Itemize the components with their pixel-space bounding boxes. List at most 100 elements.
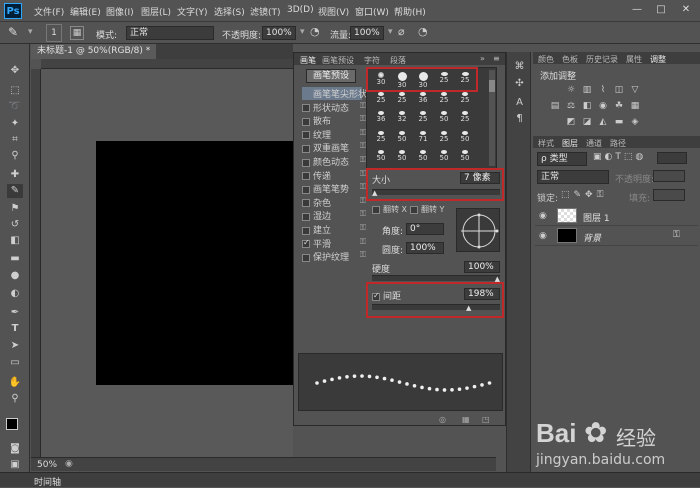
brush-option-5[interactable]: 颜色动态 ⚿ [302, 155, 366, 168]
brush-tip[interactable]: 50 [413, 150, 433, 166]
menu-select[interactable]: 选择(S) [214, 5, 245, 18]
blend-mode-select[interactable]: 正常 [537, 170, 609, 184]
menu-view[interactable]: 视图(V) [318, 5, 349, 18]
brush-tip[interactable]: 25 [371, 130, 391, 147]
brightness-icon[interactable]: ☼ [565, 84, 577, 96]
info-icon[interactable]: ◉ [65, 459, 73, 469]
size-input[interactable]: 7 像素 [460, 172, 500, 184]
paragraph-icon[interactable]: ¶ [513, 112, 526, 125]
pressure-opacity-icon[interactable]: ◔ [310, 25, 320, 38]
brush-option-1[interactable]: 形状动态 ⚿ [302, 101, 366, 114]
tab-character[interactable]: 字符 [364, 55, 380, 65]
brush-tip[interactable]: 25 [413, 111, 433, 127]
move-tool-icon[interactable]: ✥ [7, 64, 23, 78]
slider-thumb-icon[interactable]: ▲ [466, 304, 471, 312]
brush-tip[interactable]: 50 [392, 150, 412, 166]
brush-tip[interactable]: 25 [434, 130, 454, 147]
airbrush-icon[interactable]: ⌀ [398, 25, 405, 38]
tab-properties[interactable]: 属性 [626, 54, 642, 64]
quick-mask-icon[interactable]: ◙ [7, 442, 23, 456]
eye-icon[interactable]: ◉ [539, 231, 547, 241]
brush-tip[interactable]: 71 [413, 130, 433, 147]
tab-brush-presets[interactable]: 画笔预设 [322, 55, 354, 65]
brush-option-3[interactable]: 纹理 ⚿ [302, 128, 366, 141]
dodge-tool-icon[interactable]: ◐ [7, 287, 23, 301]
lock-icon[interactable]: ⚿ [360, 223, 366, 233]
mode-select[interactable]: 正常 [126, 26, 214, 40]
magic-wand-tool-icon[interactable]: ✦ [7, 117, 23, 131]
curves-icon[interactable]: ⌇ [597, 84, 609, 96]
option-checkbox[interactable] [302, 226, 310, 235]
new-brush-icon[interactable]: ◳ [482, 415, 490, 424]
hand-tool-icon[interactable]: ✋ [7, 376, 23, 390]
zoom-level[interactable]: 50% [37, 460, 57, 470]
path-select-tool-icon[interactable]: ➤ [7, 339, 23, 353]
brush-option-4[interactable]: 双重画笔 ⚿ [302, 141, 366, 154]
brush-tip[interactable]: 50 [455, 150, 475, 166]
pressure-size-icon[interactable]: ◔ [418, 25, 428, 38]
layer-name[interactable]: 背景 [583, 231, 601, 244]
slider-thumb-icon[interactable]: ▲ [372, 189, 377, 197]
vibrance-icon[interactable]: ▽ [629, 84, 641, 96]
option-checkbox[interactable] [302, 131, 310, 140]
menu-image[interactable]: 图像(I) [106, 5, 134, 18]
brush-tip[interactable]: 50 [434, 150, 454, 166]
brush-option-6[interactable]: 传递 ⚿ [302, 169, 366, 182]
option-checkbox[interactable] [302, 158, 310, 167]
invert-icon[interactable]: ◩ [565, 116, 577, 128]
exposure-icon[interactable]: ◫ [613, 84, 625, 96]
crop-tool-icon[interactable]: ⌗ [7, 133, 23, 147]
brush-option-9[interactable]: 湿边 ⚿ [302, 209, 366, 222]
filter-icons[interactable]: ▣◐T⬚◍ [593, 152, 646, 162]
menu-3d[interactable]: 3D(D) [287, 5, 314, 15]
gradient-tool-icon[interactable]: ▬ [7, 252, 23, 266]
healing-tool-icon[interactable]: ✚ [7, 168, 23, 182]
clone-source-icon[interactable]: ✣ [513, 77, 526, 90]
lock-icon[interactable]: ⚿ [360, 250, 366, 260]
opacity-input[interactable]: 100% [262, 26, 296, 40]
chevron-down-icon[interactable]: ▾ [388, 27, 393, 37]
flip-x-checkbox[interactable]: 翻转 X [372, 204, 407, 215]
tab-styles[interactable]: 样式 [538, 138, 554, 148]
gradient-map-icon[interactable]: ▬ [613, 116, 625, 128]
spacing-slider[interactable]: ▲ [372, 304, 500, 312]
levels-icon[interactable]: ▥ [581, 84, 593, 96]
minimize-button[interactable]: — [628, 3, 646, 17]
pen-tool-icon[interactable]: ✒ [7, 306, 23, 320]
option-checkbox[interactable] [302, 253, 310, 262]
brush-option-8[interactable]: 杂色 ⚿ [302, 196, 366, 209]
selective-color-icon[interactable]: ◈ [629, 116, 641, 128]
lock-icon[interactable]: ⚿ [360, 237, 366, 247]
lock-icon[interactable]: ⚿ [360, 209, 366, 219]
brush-presets-button[interactable]: 画笔预设 [306, 69, 356, 83]
menu-window[interactable]: 窗口(W) [355, 5, 389, 18]
tab-paragraph[interactable]: 段落 [390, 55, 406, 65]
option-checkbox[interactable] [302, 212, 310, 221]
option-checkbox[interactable] [302, 240, 310, 249]
angle-roundness-widget[interactable] [456, 208, 500, 252]
fill-input[interactable] [653, 189, 685, 201]
layer-opacity-input[interactable] [653, 170, 685, 182]
tab-brush[interactable]: 画笔 [300, 55, 316, 65]
eyedropper-tool-icon[interactable]: ⚲ [7, 149, 23, 163]
tip-grid-scrollbar[interactable] [489, 70, 495, 166]
brush-option-12[interactable]: 保护纹理 ⚿ [302, 250, 366, 263]
size-slider[interactable]: ▲ [372, 189, 500, 197]
lock-icons[interactable]: ⬚✎✥⚿ [561, 190, 607, 200]
brush-tip[interactable]: 36 [371, 111, 391, 127]
layer-row-background[interactable]: ◉ 背景 ⚿ [535, 226, 698, 246]
stamp-tool-icon[interactable]: ⚑ [7, 202, 23, 216]
hardness-slider[interactable]: ▲ [372, 275, 500, 283]
black-white-icon[interactable]: ◧ [581, 100, 593, 112]
brush-option-2[interactable]: 散布 ⚿ [302, 114, 366, 127]
posterize-icon[interactable]: ◪ [581, 116, 593, 128]
document-canvas[interactable] [96, 141, 296, 385]
option-checkbox[interactable] [302, 172, 310, 181]
type-tool-icon[interactable]: T [7, 322, 23, 336]
chevron-down-icon[interactable]: ▾ [300, 27, 305, 37]
brush-tip[interactable]: 25 [371, 91, 391, 108]
brush-option-10[interactable]: 建立 ⚿ [302, 223, 366, 236]
grid-icon[interactable]: ▦ [462, 415, 470, 424]
brush-tip[interactable]: 50 [455, 130, 475, 147]
tab-color[interactable]: 颜色 [538, 54, 554, 64]
